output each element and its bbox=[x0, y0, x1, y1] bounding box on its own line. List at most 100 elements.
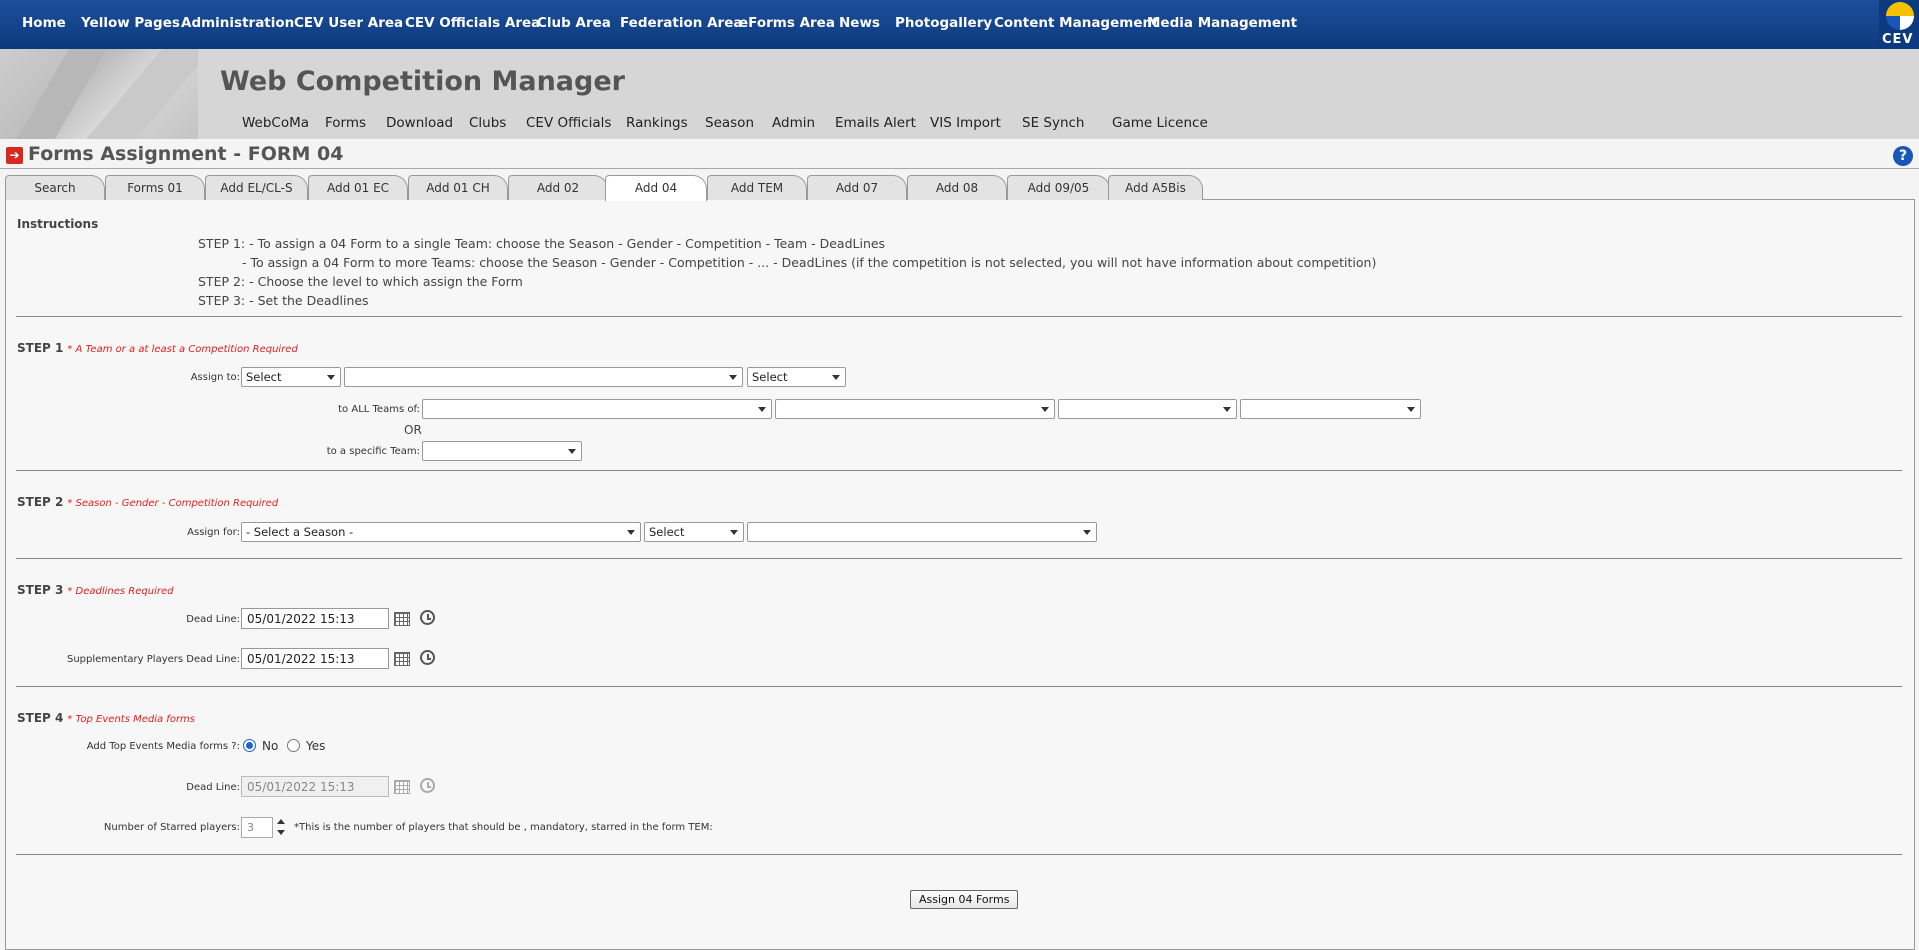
tab-content-panel bbox=[5, 199, 1915, 950]
step1-title: STEP 1 bbox=[17, 341, 64, 355]
all-teams-select-2[interactable] bbox=[775, 399, 1055, 419]
chevron-down-icon bbox=[1041, 407, 1049, 412]
tab-add-04[interactable]: Add 04 bbox=[605, 175, 707, 201]
chevron-up-icon[interactable] bbox=[277, 819, 285, 824]
cev-logo[interactable]: CEV bbox=[1879, 0, 1919, 49]
header-decoration bbox=[0, 49, 198, 139]
tab-add-09-05[interactable]: Add 09/05 bbox=[1007, 175, 1110, 200]
chevron-down-icon bbox=[568, 449, 576, 454]
subnav-rankings[interactable]: Rankings bbox=[626, 115, 688, 131]
cev-logo-icon bbox=[1886, 2, 1914, 30]
alarm-clock-icon[interactable] bbox=[420, 650, 435, 665]
topnav-administration[interactable]: Administration bbox=[181, 15, 294, 31]
tab-forms-01[interactable]: Forms 01 bbox=[105, 175, 205, 200]
radio-yes-label: Yes bbox=[306, 739, 326, 753]
tab-add-07[interactable]: Add 07 bbox=[807, 175, 907, 200]
tab-search[interactable]: Search bbox=[5, 175, 105, 200]
topnav-news[interactable]: News bbox=[839, 15, 880, 31]
header-band: Web Competition Manager WebCoMa Forms Do… bbox=[0, 49, 1919, 139]
subnav-admin[interactable]: Admin bbox=[772, 115, 815, 131]
divider bbox=[16, 686, 1902, 687]
calendar-icon[interactable] bbox=[394, 780, 410, 794]
tab-add-a5bis[interactable]: Add A5Bis bbox=[1108, 175, 1203, 200]
chevron-down-icon bbox=[627, 530, 635, 535]
instruction-line-4: STEP 3: - Set the Deadlines bbox=[198, 293, 369, 308]
all-teams-select-1[interactable] bbox=[422, 399, 772, 419]
step1-required-note: * A Team or a at least a Competition Req… bbox=[67, 344, 298, 355]
topnav-eforms-area[interactable]: eForms Area bbox=[739, 15, 835, 31]
divider bbox=[16, 470, 1902, 471]
alarm-clock-icon[interactable] bbox=[420, 778, 435, 793]
subnav-vis-import[interactable]: VIS Import bbox=[930, 115, 1001, 131]
chevron-down-icon[interactable] bbox=[277, 830, 285, 835]
subnav-game-licence[interactable]: Game Licence bbox=[1112, 115, 1208, 131]
help-icon[interactable]: ? bbox=[1893, 146, 1913, 166]
tab-add-01-ec[interactable]: Add 01 EC bbox=[308, 175, 408, 200]
tab-add-08[interactable]: Add 08 bbox=[907, 175, 1007, 200]
chevron-down-icon bbox=[730, 530, 738, 535]
subnav-season[interactable]: Season bbox=[705, 115, 754, 131]
topnav-yellow-pages[interactable]: Yellow Pages bbox=[81, 15, 180, 31]
topnav-cev-officials-area[interactable]: CEV Officials Area bbox=[405, 15, 540, 31]
radio-yes[interactable] bbox=[287, 739, 300, 752]
topnav-club-area[interactable]: Club Area bbox=[537, 15, 611, 31]
tem-deadline-input[interactable]: 05/01/2022 15:13 bbox=[241, 776, 389, 797]
page-title-row: ➔ Forms Assignment - FORM 04 ? bbox=[0, 140, 1919, 170]
chevron-down-icon bbox=[729, 375, 737, 380]
starred-players-label: Number of Starred players: bbox=[103, 822, 240, 833]
form-tabs: Search Forms 01 Add EL/CL-S Add 01 EC Ad… bbox=[0, 175, 1919, 201]
all-teams-label: to ALL Teams of: bbox=[338, 404, 420, 415]
alarm-clock-icon[interactable] bbox=[420, 610, 435, 625]
subnav-download[interactable]: Download bbox=[386, 115, 453, 131]
assign-to-select-1[interactable]: Select bbox=[241, 367, 341, 387]
step2-heading: STEP 2 * Season - Gender - Competition Re… bbox=[17, 495, 278, 509]
exit-arrow-icon[interactable]: ➔ bbox=[6, 147, 23, 164]
topnav-media-management[interactable]: Media Management bbox=[1147, 15, 1297, 31]
specific-team-select[interactable] bbox=[422, 441, 582, 461]
subnav-webcoma[interactable]: WebCoMa bbox=[242, 115, 309, 131]
season-select[interactable]: - Select a Season - bbox=[241, 522, 641, 542]
tab-add-02[interactable]: Add 02 bbox=[508, 175, 608, 200]
all-teams-select-4[interactable] bbox=[1240, 399, 1421, 419]
tab-add-01-ch[interactable]: Add 01 CH bbox=[408, 175, 508, 200]
topnav-content-management[interactable]: Content Management bbox=[994, 15, 1159, 31]
tab-add-tem[interactable]: Add TEM bbox=[707, 175, 807, 200]
step1-heading: STEP 1 * A Team or a at least a Competiti… bbox=[17, 341, 298, 355]
subnav-forms[interactable]: Forms bbox=[325, 115, 366, 131]
assign-to-select-2[interactable] bbox=[344, 367, 743, 387]
add-top-events-label: Add Top Events Media forms ?: bbox=[86, 741, 240, 752]
divider bbox=[16, 316, 1902, 317]
assign-to-select-3[interactable]: Select bbox=[747, 367, 846, 387]
or-label: OR bbox=[404, 423, 422, 437]
chevron-down-icon bbox=[758, 407, 766, 412]
app-title: Web Competition Manager bbox=[220, 66, 625, 97]
subnav-se-synch[interactable]: SE Synch bbox=[1022, 115, 1084, 131]
gender-select[interactable]: Select bbox=[644, 522, 744, 542]
competition-select[interactable] bbox=[747, 522, 1097, 542]
radio-no-label: No bbox=[262, 739, 279, 753]
chevron-down-icon bbox=[327, 375, 335, 380]
step3-required-note: * Deadlines Required bbox=[67, 586, 174, 597]
supplementary-deadline-input[interactable]: 05/01/2022 15:13 bbox=[241, 648, 389, 669]
radio-no[interactable] bbox=[243, 739, 256, 752]
topnav-cev-user-area[interactable]: CEV User Area bbox=[294, 15, 403, 31]
all-teams-select-3[interactable] bbox=[1058, 399, 1237, 419]
calendar-icon[interactable] bbox=[394, 612, 410, 626]
starred-players-stepper[interactable] bbox=[276, 817, 286, 838]
subnav-cev-officials[interactable]: CEV Officials bbox=[526, 115, 611, 131]
tab-add-el-cl-s[interactable]: Add EL/CL-S bbox=[205, 175, 308, 200]
assign-04-forms-button[interactable]: Assign 04 Forms bbox=[910, 890, 1019, 909]
topnav-photogallery[interactable]: Photogallery bbox=[895, 15, 992, 31]
calendar-icon[interactable] bbox=[394, 652, 410, 666]
topnav-federation-area[interactable]: Federation Area bbox=[620, 15, 742, 31]
step4-title: STEP 4 bbox=[17, 711, 64, 725]
subnav-emails-alert[interactable]: Emails Alert bbox=[835, 115, 916, 131]
topnav-home[interactable]: Home bbox=[22, 15, 66, 31]
divider bbox=[16, 558, 1902, 559]
step2-title: STEP 2 bbox=[17, 495, 64, 509]
subnav-clubs[interactable]: Clubs bbox=[469, 115, 506, 131]
starred-players-input[interactable]: 3 bbox=[241, 817, 273, 838]
page-title: Forms Assignment - FORM 04 bbox=[28, 143, 344, 165]
instruction-line-1: STEP 1: - To assign a 04 Form to a singl… bbox=[198, 236, 886, 251]
deadline-input[interactable]: 05/01/2022 15:13 bbox=[241, 608, 389, 629]
